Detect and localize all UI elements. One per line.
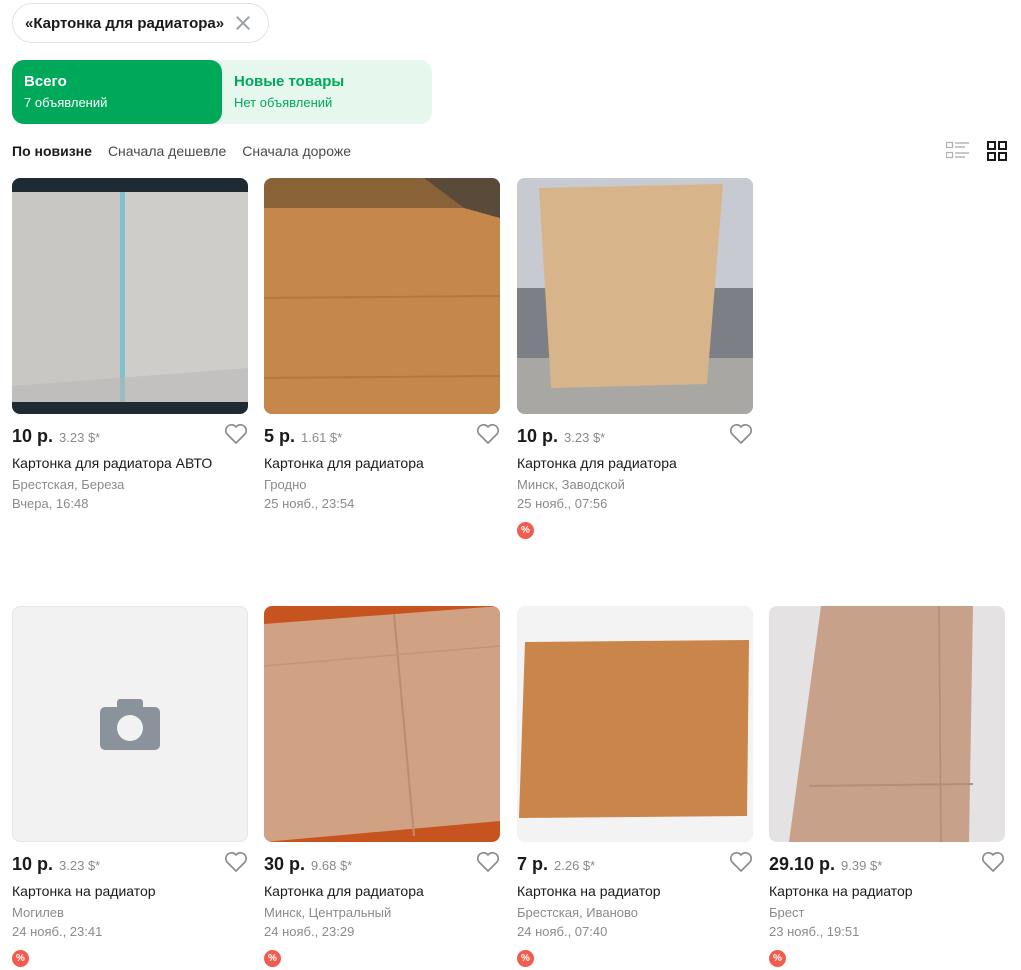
listing-price-usd: 3.23 $* — [59, 430, 101, 445]
listing-card[interactable]: 10 р. 3.23 $* Картонка для радиатора Мин… — [517, 178, 753, 539]
listing-filter-segment: Всего 7 объявлений Новые товары Нет объя… — [12, 60, 432, 124]
favorite-heart-icon[interactable] — [476, 423, 500, 445]
segment-new-title: Новые товары — [234, 73, 345, 90]
favorite-heart-icon[interactable] — [224, 423, 248, 445]
listing-price: 7 р. — [517, 854, 549, 874]
listing-date: 24 нояб., 07:40 — [517, 924, 608, 939]
listing-photo-placeholder[interactable] — [12, 606, 248, 842]
discount-badge: % — [517, 522, 534, 539]
listing-date: 25 нояб., 07:56 — [517, 496, 608, 511]
listing-title[interactable]: Картонка для радиатора — [517, 454, 753, 472]
favorite-heart-icon[interactable] — [981, 851, 1005, 873]
sort-expensive[interactable]: Сначала дороже — [242, 143, 351, 159]
sort-newest[interactable]: По новизне — [12, 143, 92, 159]
listing-price: 30 р. — [264, 854, 306, 874]
segment-all[interactable]: Всего 7 объявлений — [12, 60, 222, 124]
sort-bar: По новизне Сначала дешевле Сначала дорож… — [12, 143, 351, 159]
listing-price-usd: 1.61 $* — [301, 430, 343, 445]
close-icon[interactable] — [234, 14, 252, 32]
listing-price-usd: 9.68 $* — [311, 858, 353, 873]
listing-card[interactable]: 30 р. 9.68 $* Картонка для радиатора Мин… — [264, 606, 500, 967]
discount-badge: % — [517, 950, 534, 967]
listing-location: Гродно — [264, 477, 307, 492]
listing-title[interactable]: Картонка на радиатор — [12, 882, 248, 900]
listing-title[interactable]: Картонка для радиатора — [264, 454, 500, 472]
listing-price-usd: 9.39 $* — [841, 858, 883, 873]
listing-photo[interactable] — [264, 606, 500, 842]
listing-location: Могилев — [12, 905, 64, 920]
listing-photo[interactable] — [264, 178, 500, 414]
discount-badge: % — [264, 950, 281, 967]
listing-title[interactable]: Картонка на радиатор — [769, 882, 1005, 900]
listing-price-usd: 2.26 $* — [554, 858, 596, 873]
search-query-chip[interactable]: «Картонка для радиатора» — [12, 3, 270, 43]
listing-title[interactable]: Картонка на радиатор — [517, 882, 753, 900]
listing-date: 24 нояб., 23:41 — [12, 924, 103, 939]
listing-date: 24 нояб., 23:29 — [264, 924, 355, 939]
segment-all-count: 7 объявлений — [24, 95, 108, 110]
camera-icon — [100, 699, 160, 750]
segment-all-title: Всего — [24, 73, 67, 90]
segment-new[interactable]: Новые товары Нет объявлений — [222, 60, 432, 124]
listing-price: 10 р. — [12, 426, 54, 446]
listing-title[interactable]: Картонка для радиатора — [264, 882, 500, 900]
listing-location: Брестская, Береза — [12, 477, 125, 492]
listing-card[interactable]: 29.10 р. 9.39 $* Картонка на радиатор Бр… — [769, 606, 1005, 967]
listing-card[interactable]: 10 р. 3.23 $* Картонка для радиатора АВТ… — [12, 178, 248, 514]
listing-photo[interactable] — [517, 606, 753, 842]
listing-card[interactable]: 7 р. 2.26 $* Картонка на радиатор Брестс… — [517, 606, 753, 967]
listing-date: 23 нояб., 19:51 — [769, 924, 860, 939]
listing-date: 25 нояб., 23:54 — [264, 496, 355, 511]
segment-new-count: Нет объявлений — [234, 95, 333, 110]
grid-view-icon[interactable] — [987, 141, 1007, 161]
listing-location: Брестская, Иваново — [517, 905, 638, 920]
search-query-label: «Картонка для радиатора» — [25, 14, 225, 32]
listing-price: 5 р. — [264, 426, 296, 446]
discount-badge: % — [769, 950, 786, 967]
listing-price: 10 р. — [12, 854, 54, 874]
listing-date: Вчера, 16:48 — [12, 496, 89, 511]
listing-title[interactable]: Картонка для радиатора АВТО — [12, 454, 248, 472]
listing-location: Брест — [769, 905, 805, 920]
listing-photo[interactable] — [12, 178, 248, 414]
listing-price: 10 р. — [517, 426, 559, 446]
listing-price-usd: 3.23 $* — [59, 858, 101, 873]
listing-card[interactable]: 5 р. 1.61 $* Картонка для радиатора Грод… — [264, 178, 500, 514]
listing-location: Минск, Заводской — [517, 477, 625, 492]
discount-badge: % — [12, 950, 29, 967]
listing-price: 29.10 р. — [769, 854, 836, 874]
listing-photo[interactable] — [769, 606, 1005, 842]
list-view-icon[interactable] — [945, 141, 970, 161]
listing-price-usd: 3.23 $* — [564, 430, 606, 445]
favorite-heart-icon[interactable] — [476, 851, 500, 873]
listing-card[interactable]: 10 р. 3.23 $* Картонка на радиатор Могил… — [12, 606, 248, 967]
sort-cheaper[interactable]: Сначала дешевле — [108, 143, 226, 159]
favorite-heart-icon[interactable] — [729, 851, 753, 873]
favorite-heart-icon[interactable] — [224, 851, 248, 873]
favorite-heart-icon[interactable] — [729, 423, 753, 445]
listing-photo[interactable] — [517, 178, 753, 414]
listing-location: Минск, Центральный — [264, 905, 392, 920]
